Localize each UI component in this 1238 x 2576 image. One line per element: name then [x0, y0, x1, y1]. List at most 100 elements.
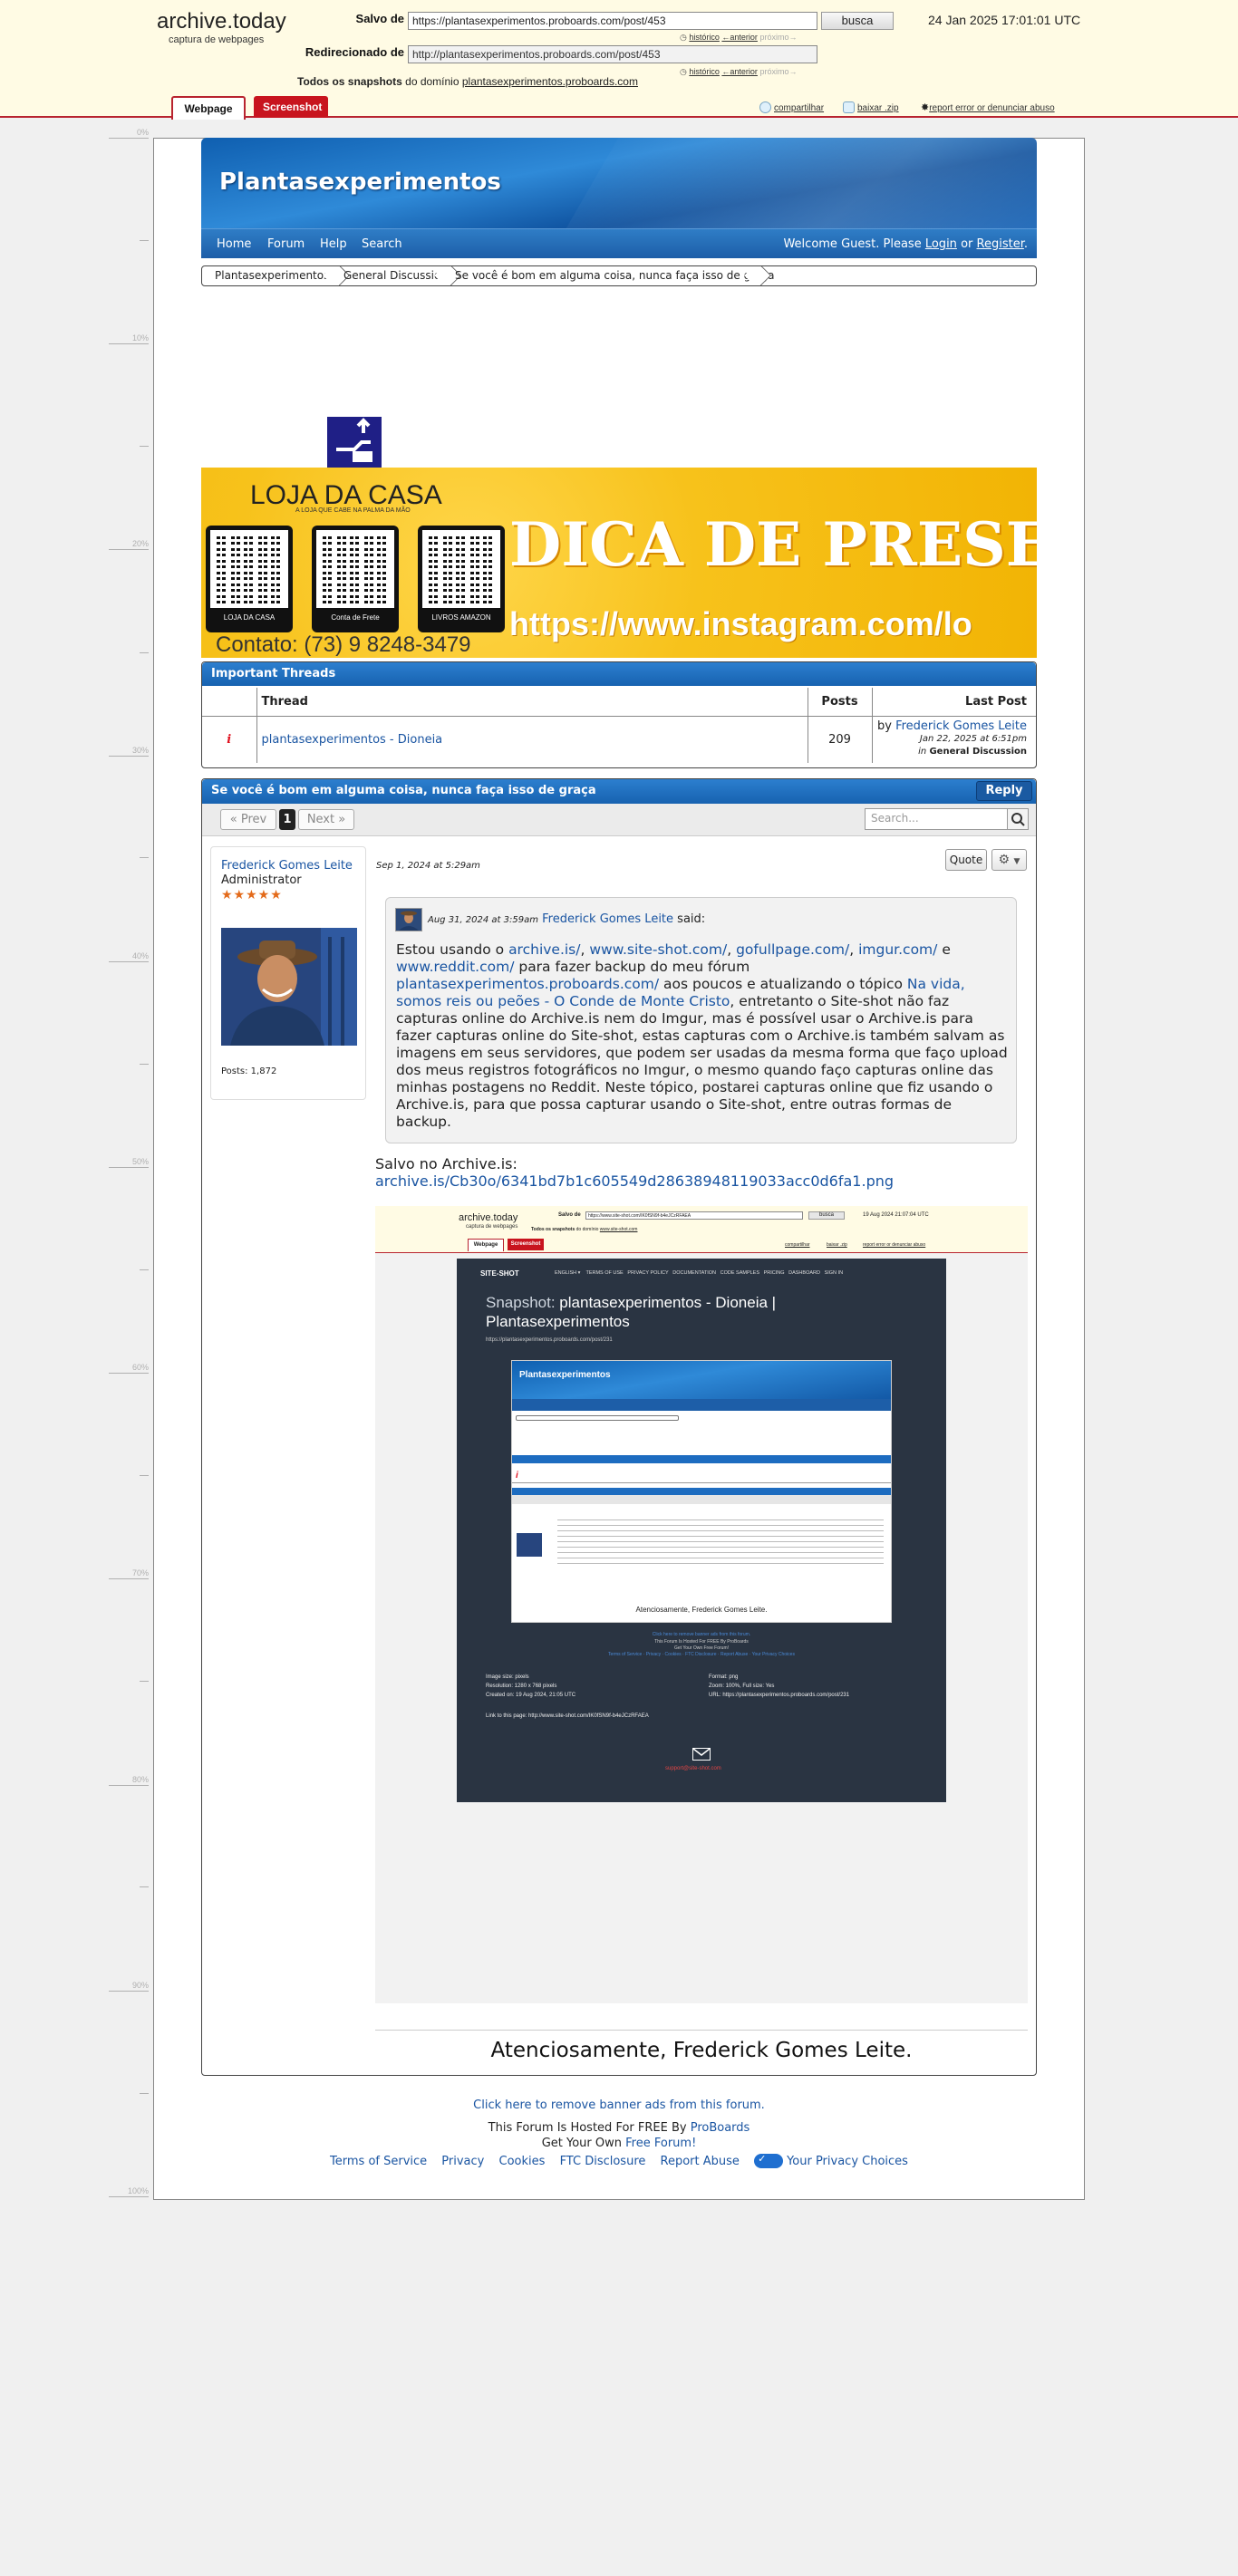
breadcrumb-item[interactable]: General Discussion	[331, 266, 448, 285]
embedded-screenshot-image[interactable]: archive.today captura de webpages Salvo …	[375, 1206, 1028, 2003]
tab-screenshot[interactable]: Screenshot	[254, 96, 328, 118]
cookies-link[interactable]: Cookies	[499, 2155, 546, 2168]
embedded-domain: www.site-shot.com	[599, 1227, 638, 1232]
history-link[interactable]: histórico	[689, 33, 720, 42]
table-row: i plantasexperimentos - Dioneia 209 by F…	[202, 716, 1036, 763]
hosted-by-row: This Forum Is Hosted For FREE By ProBoar…	[153, 2121, 1085, 2135]
login-link[interactable]: Login	[925, 237, 957, 251]
breadcrumb-item[interactable]: Plantasexperimentos	[202, 266, 329, 285]
quote-author[interactable]: Frederick Gomes Leite	[542, 912, 673, 926]
gofullpage-link[interactable]: gofullpage.com/	[736, 941, 849, 958]
privacy-choices-link[interactable]: Your Privacy Choices	[754, 2153, 908, 2168]
embedded-snapshot-prefix: Snapshot:	[486, 1294, 556, 1311]
nav-forum[interactable]: Forum	[267, 237, 305, 251]
domain-label: do domínio	[405, 75, 459, 88]
ruler-label: 90%	[109, 1981, 149, 1992]
ad-headline: DICA DE PRESENTE	[509, 509, 1037, 580]
saved-url-input[interactable]: https://plantasexperimentos.proboards.co…	[408, 12, 817, 30]
thread-title-link[interactable]: plantasexperimentos - Dioneia	[262, 733, 443, 747]
thread-title: Se você é bom em alguma coisa, nunca faç…	[202, 779, 1036, 804]
archive-logo[interactable]: archive.today	[157, 9, 286, 34]
quote-button[interactable]: Quote	[945, 849, 987, 871]
embedded-free-forum: Get Your Own Free Forum!	[673, 1645, 730, 1651]
embedded-info-line: Format: png	[709, 1674, 739, 1680]
reply-button[interactable]: Reply	[976, 781, 1032, 801]
embedded-info-line: Image size: pixels	[486, 1674, 529, 1680]
post-author-link[interactable]: Frederick Gomes Leite	[221, 859, 353, 873]
gear-icon[interactable]: ⚙ ▼	[991, 849, 1027, 871]
share-control[interactable]: compartilhar	[759, 101, 824, 114]
history-link[interactable]: histórico	[689, 67, 720, 76]
post-date[interactable]: Sep 1, 2024 at 5:29am	[376, 861, 480, 871]
important-threads-table: Thread Posts Last Post i plantasexperime…	[202, 688, 1036, 763]
nav-home[interactable]: Home	[217, 237, 251, 251]
ad-contact: Contato: (73) 9 8248-3479	[216, 632, 471, 657]
embedded-share: compartilhar	[785, 1242, 810, 1248]
saved-label: Salvo de	[355, 12, 404, 25]
tab-webpage[interactable]: Webpage	[171, 96, 246, 120]
embedded-info-line: Resolution: 1280 x 768 pixels	[486, 1684, 557, 1689]
welcome-or: or	[961, 237, 973, 251]
quote-date[interactable]: Aug 31, 2024 at 3:59am	[428, 915, 538, 925]
download-control[interactable]: baixar .zip	[843, 101, 899, 114]
nav-search[interactable]: Search	[362, 237, 402, 251]
register-link[interactable]: Register	[977, 237, 1024, 251]
terms-link[interactable]: Terms of Service	[330, 2155, 427, 2168]
report-link[interactable]: report error or denunciar abuso	[929, 103, 1054, 113]
embedded-report: report error or denunciar abuso	[863, 1242, 926, 1248]
column-posts: Posts	[807, 688, 872, 717]
search-button[interactable]: busca	[821, 12, 894, 30]
search-icon[interactable]	[1007, 808, 1029, 830]
embedded-ss-nav-item: PRIVACY POLICY	[627, 1270, 669, 1276]
forum-link[interactable]: plantasexperimentos.proboards.com/	[396, 976, 659, 992]
free-forum-link[interactable]: Free Forum!	[625, 2137, 696, 2150]
thread-search-input[interactable]: Search...	[865, 808, 1008, 830]
proboards-link[interactable]: ProBoards	[691, 2121, 750, 2135]
download-icon	[843, 101, 855, 113]
ruler-tick	[140, 857, 149, 858]
quote-avatar	[395, 908, 422, 931]
archive-is-link[interactable]: archive.is/	[508, 941, 580, 958]
pagination-bar: « Prev 1 Next » Search...	[202, 804, 1036, 836]
forum-title[interactable]: Plantasexperimentos	[219, 169, 501, 196]
embedded-info-line: Zoom: 100%, Full size: Yes	[709, 1684, 775, 1689]
saved-archive-link[interactable]: archive.is/Cb30o/6341bd7b1c605549d286389…	[375, 1172, 894, 1190]
last-post-board[interactable]: General Discussion	[929, 747, 1027, 757]
post-signature: Atenciosamente, Frederick Gomes Leite.	[490, 2039, 913, 2062]
ad-text-clip: DICA DE PRESENTE https://www.instagram.c…	[201, 468, 1037, 658]
forum-nav: Home Forum Help Search Welcome Guest. Pl…	[201, 228, 1037, 258]
ftc-disclosure-link[interactable]: FTC Disclosure	[560, 2155, 646, 2168]
previous-link[interactable]: ←anterior	[721, 33, 758, 42]
hosted-by-text: This Forum Is Hosted For FREE By	[488, 2121, 687, 2135]
last-post-by: by	[876, 719, 892, 734]
embedded-busca: busca	[808, 1211, 845, 1220]
breadcrumb: Plantasexperimentos General Discussion S…	[201, 265, 1037, 286]
ruler-tick	[140, 2093, 149, 2094]
domain-link[interactable]: plantasexperimentos.proboards.com	[462, 75, 638, 88]
redirect-url-input[interactable]: http://plantasexperimentos.proboards.com…	[408, 45, 817, 63]
avatar[interactable]	[221, 928, 357, 1046]
last-post-author[interactable]: Frederick Gomes Leite	[895, 719, 1027, 733]
previous-link[interactable]: ←anterior	[721, 67, 758, 76]
quote-text-part: , entretanto o Site-shot não faz captura…	[396, 993, 1008, 1130]
reddit-link[interactable]: www.reddit.com/	[396, 959, 514, 975]
imgur-link[interactable]: imgur.com/	[858, 941, 937, 958]
ruler-tick	[140, 1064, 149, 1065]
download-link[interactable]: baixar .zip	[857, 103, 899, 113]
last-post-date[interactable]: Jan 22, 2025 at 6:51pm	[877, 733, 1027, 746]
report-control[interactable]: ✸report error or denunciar abuso	[921, 101, 1055, 114]
ruler-label: 0%	[109, 128, 149, 139]
welcome-text: Welcome Guest. Please	[783, 237, 922, 251]
remove-ads-link[interactable]: Click here to remove banner ads from thi…	[473, 2098, 765, 2112]
report-abuse-link[interactable]: Report Abuse	[661, 2155, 740, 2168]
share-link[interactable]: compartilhar	[774, 103, 824, 113]
nav-help[interactable]: Help	[320, 237, 347, 251]
site-shot-link[interactable]: www.site-shot.com/	[589, 941, 727, 958]
archive-subtitle: captura de webpages	[169, 34, 265, 45]
footer-links: Terms of Service Privacy Cookies FTC Dis…	[153, 2153, 1085, 2168]
privacy-link[interactable]: Privacy	[441, 2155, 484, 2168]
embedded-post-lines	[557, 1515, 884, 1564]
report-icon: ✸	[921, 101, 930, 113]
remove-ads-row: Click here to remove banner ads from thi…	[153, 2098, 1085, 2112]
ruler-tick	[140, 1475, 149, 1476]
